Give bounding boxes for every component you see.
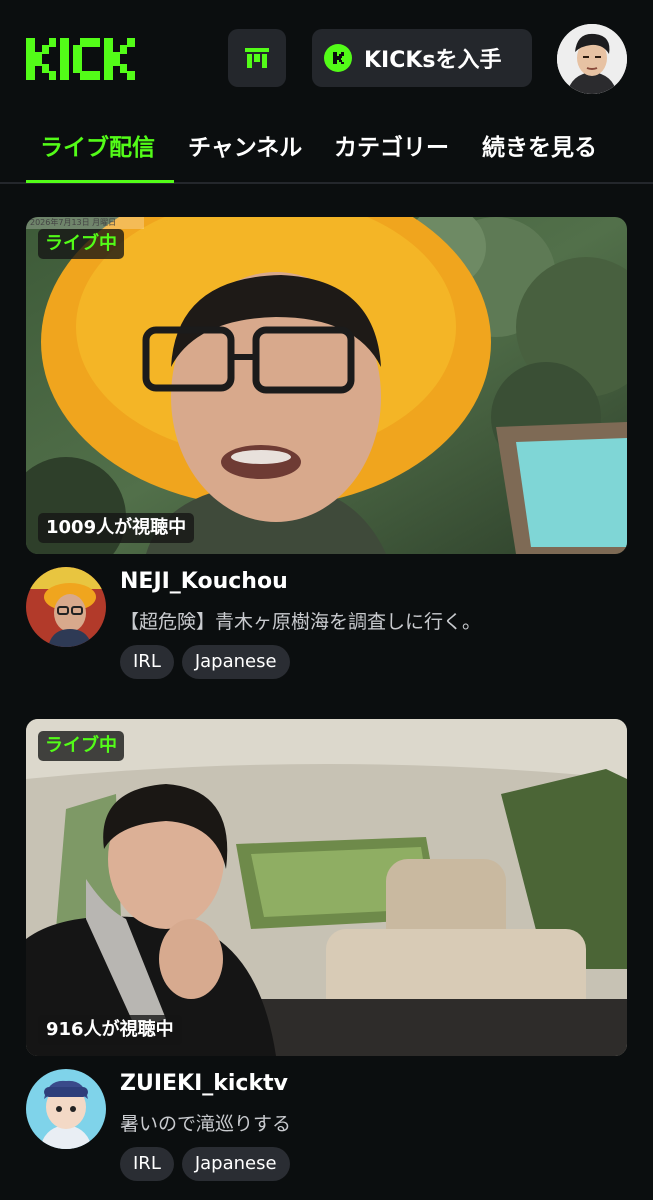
active-tab-indicator <box>26 180 174 183</box>
tab-see-more[interactable]: 続きを見る <box>482 128 597 162</box>
store-button[interactable] <box>228 29 286 87</box>
top-bar: KICKsを入手 <box>0 0 653 118</box>
tag-list: IRL Japanese <box>120 1147 290 1181</box>
tag-list: IRL Japanese <box>120 645 290 679</box>
get-kicks-button[interactable]: KICKsを入手 <box>312 29 532 87</box>
live-badge: ライブ中 <box>38 731 124 761</box>
stream-thumbnail[interactable]: 2026年7月13日 月曜日 ライブ中 1009人が視聴中 <box>26 217 627 554</box>
category-tabs: ライブ配信 チャンネル カテゴリー 続きを見る <box>0 118 653 184</box>
channel-name[interactable]: NEJI_Kouchou <box>120 569 288 594</box>
video-date-overlay: 2026年7月13日 月曜日 <box>30 218 117 227</box>
stream-title[interactable]: 暑いので滝巡りする <box>120 1109 291 1136</box>
user-avatar[interactable] <box>557 24 627 94</box>
kicks-coin-icon <box>324 44 352 72</box>
tab-categories[interactable]: カテゴリー <box>334 128 449 162</box>
tag-chip[interactable]: IRL <box>120 1147 174 1181</box>
tag-chip[interactable]: Japanese <box>181 1147 290 1181</box>
viewer-count: 916人が視聴中 <box>38 1015 182 1045</box>
channel-name[interactable]: ZUIEKI_kicktv <box>120 1071 288 1096</box>
tag-chip[interactable]: IRL <box>120 645 174 679</box>
channel-avatar[interactable] <box>26 567 106 647</box>
store-icon <box>245 48 269 68</box>
live-badge: ライブ中 <box>38 229 124 259</box>
viewer-count: 1009人が視聴中 <box>38 513 195 543</box>
stream-title[interactable]: 【超危険】青木ヶ原樹海を調査しに行く。 <box>120 607 481 634</box>
get-kicks-label: KICKsを入手 <box>364 48 502 73</box>
channel-avatar[interactable] <box>26 1069 106 1149</box>
stream-thumbnail[interactable]: ライブ中 916人が視聴中 <box>26 719 627 1056</box>
tag-chip[interactable]: Japanese <box>181 645 290 679</box>
tab-channels[interactable]: チャンネル <box>188 128 302 162</box>
tab-live[interactable]: ライブ配信 <box>40 128 155 162</box>
kick-logo[interactable] <box>26 38 144 80</box>
